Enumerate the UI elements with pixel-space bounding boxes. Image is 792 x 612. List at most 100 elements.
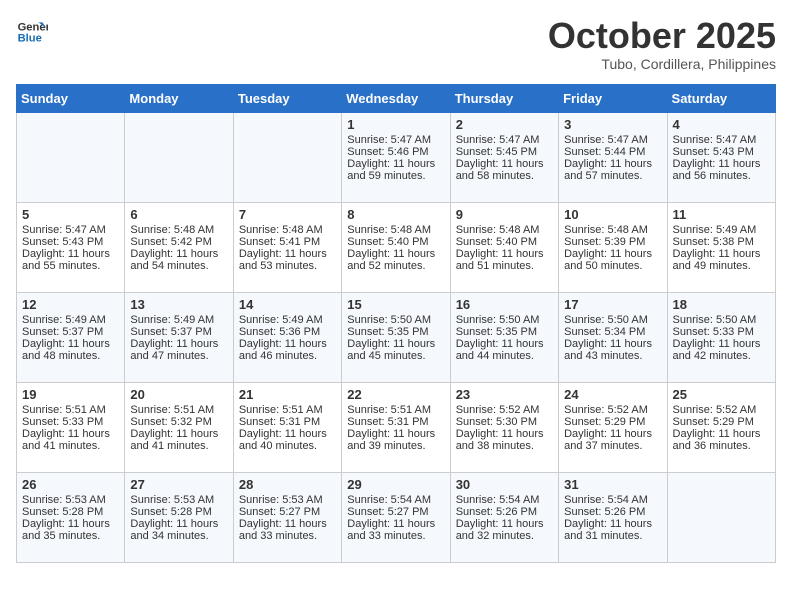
- cell-info: Daylight: 11 hours and 31 minutes.: [564, 518, 661, 542]
- cell-info: Sunrise: 5:50 AM: [347, 314, 444, 326]
- calendar-cell: 19Sunrise: 5:51 AMSunset: 5:33 PMDayligh…: [17, 382, 125, 472]
- weekday-header-sunday: Sunday: [17, 84, 125, 112]
- day-number: 30: [456, 477, 553, 492]
- cell-info: Sunrise: 5:51 AM: [347, 404, 444, 416]
- day-number: 13: [130, 297, 227, 312]
- day-number: 14: [239, 297, 336, 312]
- day-number: 5: [22, 207, 119, 222]
- cell-info: Sunset: 5:43 PM: [673, 146, 770, 158]
- cell-info: Sunset: 5:43 PM: [22, 236, 119, 248]
- day-number: 6: [130, 207, 227, 222]
- cell-info: Sunrise: 5:48 AM: [130, 224, 227, 236]
- calendar-cell: 18Sunrise: 5:50 AMSunset: 5:33 PMDayligh…: [667, 292, 775, 382]
- cell-info: Sunset: 5:27 PM: [239, 506, 336, 518]
- cell-info: Daylight: 11 hours and 59 minutes.: [347, 158, 444, 182]
- calendar-cell: 14Sunrise: 5:49 AMSunset: 5:36 PMDayligh…: [233, 292, 341, 382]
- cell-info: Sunset: 5:38 PM: [673, 236, 770, 248]
- cell-info: Sunrise: 5:48 AM: [239, 224, 336, 236]
- cell-info: Sunset: 5:29 PM: [564, 416, 661, 428]
- calendar-cell: 30Sunrise: 5:54 AMSunset: 5:26 PMDayligh…: [450, 472, 558, 562]
- day-number: 24: [564, 387, 661, 402]
- cell-info: Sunrise: 5:53 AM: [130, 494, 227, 506]
- calendar-cell: 25Sunrise: 5:52 AMSunset: 5:29 PMDayligh…: [667, 382, 775, 472]
- day-number: 16: [456, 297, 553, 312]
- cell-info: Daylight: 11 hours and 45 minutes.: [347, 338, 444, 362]
- cell-info: Sunrise: 5:54 AM: [564, 494, 661, 506]
- day-number: 23: [456, 387, 553, 402]
- cell-info: Daylight: 11 hours and 32 minutes.: [456, 518, 553, 542]
- calendar-cell: 12Sunrise: 5:49 AMSunset: 5:37 PMDayligh…: [17, 292, 125, 382]
- cell-info: Sunset: 5:35 PM: [347, 326, 444, 338]
- cell-info: Sunset: 5:33 PM: [673, 326, 770, 338]
- svg-text:General: General: [18, 21, 48, 33]
- week-row-3: 12Sunrise: 5:49 AMSunset: 5:37 PMDayligh…: [17, 292, 776, 382]
- day-number: 29: [347, 477, 444, 492]
- cell-info: Sunrise: 5:51 AM: [130, 404, 227, 416]
- calendar-cell: 29Sunrise: 5:54 AMSunset: 5:27 PMDayligh…: [342, 472, 450, 562]
- cell-info: Sunset: 5:29 PM: [673, 416, 770, 428]
- cell-info: Sunset: 5:26 PM: [456, 506, 553, 518]
- cell-info: Sunset: 5:40 PM: [347, 236, 444, 248]
- calendar-cell: 3Sunrise: 5:47 AMSunset: 5:44 PMDaylight…: [559, 112, 667, 202]
- cell-info: Daylight: 11 hours and 48 minutes.: [22, 338, 119, 362]
- day-number: 9: [456, 207, 553, 222]
- cell-info: Sunrise: 5:47 AM: [673, 134, 770, 146]
- cell-info: Daylight: 11 hours and 42 minutes.: [673, 338, 770, 362]
- cell-info: Sunrise: 5:53 AM: [239, 494, 336, 506]
- cell-info: Daylight: 11 hours and 33 minutes.: [347, 518, 444, 542]
- day-number: 7: [239, 207, 336, 222]
- cell-info: Sunrise: 5:50 AM: [564, 314, 661, 326]
- cell-info: Sunset: 5:33 PM: [22, 416, 119, 428]
- calendar-cell: [125, 112, 233, 202]
- cell-info: Daylight: 11 hours and 34 minutes.: [130, 518, 227, 542]
- cell-info: Daylight: 11 hours and 46 minutes.: [239, 338, 336, 362]
- cell-info: Sunrise: 5:50 AM: [456, 314, 553, 326]
- cell-info: Sunrise: 5:47 AM: [347, 134, 444, 146]
- day-number: 3: [564, 117, 661, 132]
- cell-info: Sunrise: 5:48 AM: [564, 224, 661, 236]
- day-number: 22: [347, 387, 444, 402]
- cell-info: Daylight: 11 hours and 44 minutes.: [456, 338, 553, 362]
- cell-info: Daylight: 11 hours and 41 minutes.: [22, 428, 119, 452]
- cell-info: Sunset: 5:41 PM: [239, 236, 336, 248]
- cell-info: Sunset: 5:28 PM: [130, 506, 227, 518]
- cell-info: Sunrise: 5:47 AM: [22, 224, 119, 236]
- cell-info: Daylight: 11 hours and 50 minutes.: [564, 248, 661, 272]
- day-number: 11: [673, 207, 770, 222]
- week-row-5: 26Sunrise: 5:53 AMSunset: 5:28 PMDayligh…: [17, 472, 776, 562]
- day-number: 26: [22, 477, 119, 492]
- cell-info: Sunset: 5:26 PM: [564, 506, 661, 518]
- calendar-cell: 24Sunrise: 5:52 AMSunset: 5:29 PMDayligh…: [559, 382, 667, 472]
- week-row-1: 1Sunrise: 5:47 AMSunset: 5:46 PMDaylight…: [17, 112, 776, 202]
- cell-info: Sunset: 5:30 PM: [456, 416, 553, 428]
- cell-info: Sunrise: 5:49 AM: [130, 314, 227, 326]
- calendar-cell: 5Sunrise: 5:47 AMSunset: 5:43 PMDaylight…: [17, 202, 125, 292]
- cell-info: Daylight: 11 hours and 47 minutes.: [130, 338, 227, 362]
- day-number: 8: [347, 207, 444, 222]
- cell-info: Sunrise: 5:47 AM: [456, 134, 553, 146]
- calendar-cell: 10Sunrise: 5:48 AMSunset: 5:39 PMDayligh…: [559, 202, 667, 292]
- calendar-cell: 4Sunrise: 5:47 AMSunset: 5:43 PMDaylight…: [667, 112, 775, 202]
- calendar-cell: 2Sunrise: 5:47 AMSunset: 5:45 PMDaylight…: [450, 112, 558, 202]
- calendar-cell: [17, 112, 125, 202]
- cell-info: Sunset: 5:34 PM: [564, 326, 661, 338]
- calendar-cell: 27 Sunrise: 5:53 AMSunset: 5:28 PMDayligh…: [125, 472, 233, 562]
- cell-info: Daylight: 11 hours and 35 minutes.: [22, 518, 119, 542]
- cell-info: Sunrise: 5:47 AM: [564, 134, 661, 146]
- weekday-header-tuesday: Tuesday: [233, 84, 341, 112]
- day-number: 25: [673, 387, 770, 402]
- cell-info: Sunset: 5:28 PM: [22, 506, 119, 518]
- cell-info: Daylight: 11 hours and 51 minutes.: [456, 248, 553, 272]
- cell-info: Sunset: 5:27 PM: [347, 506, 444, 518]
- calendar-cell: 16Sunrise: 5:50 AMSunset: 5:35 PMDayligh…: [450, 292, 558, 382]
- cell-info: Sunrise: 5:49 AM: [239, 314, 336, 326]
- cell-info: Daylight: 11 hours and 53 minutes.: [239, 248, 336, 272]
- calendar-cell: 17Sunrise: 5:50 AMSunset: 5:34 PMDayligh…: [559, 292, 667, 382]
- cell-info: Daylight: 11 hours and 39 minutes.: [347, 428, 444, 452]
- cell-info: Daylight: 11 hours and 56 minutes.: [673, 158, 770, 182]
- cell-info: Daylight: 11 hours and 52 minutes.: [347, 248, 444, 272]
- week-row-4: 19Sunrise: 5:51 AMSunset: 5:33 PMDayligh…: [17, 382, 776, 472]
- calendar-cell: 15Sunrise: 5:50 AMSunset: 5:35 PMDayligh…: [342, 292, 450, 382]
- cell-info: Sunset: 5:32 PM: [130, 416, 227, 428]
- day-number: 27: [130, 477, 227, 492]
